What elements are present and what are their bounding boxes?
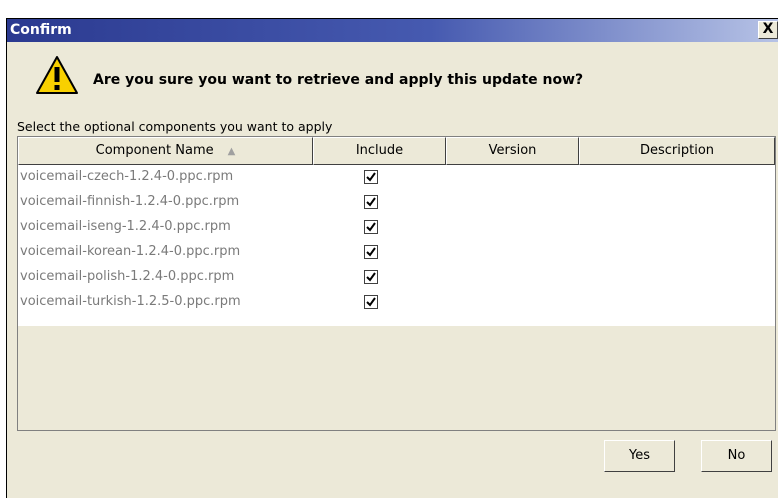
table-row[interactable]: voicemail-czech-1.2.4-0.ppc.rpm [18, 165, 775, 190]
warning-icon [36, 56, 78, 94]
checkmark-icon [366, 247, 376, 257]
components-instruction: Select the optional components you want … [17, 119, 333, 134]
checkmark-icon [366, 272, 376, 282]
component-name-cell: voicemail-turkish-1.2.5-0.ppc.rpm [20, 294, 241, 309]
no-button[interactable]: No [701, 440, 772, 472]
include-checkbox[interactable] [364, 220, 378, 234]
include-checkbox[interactable] [364, 245, 378, 259]
component-name-cell: voicemail-korean-1.2.4-0.ppc.rpm [20, 244, 241, 259]
component-name-cell: voicemail-iseng-1.2.4-0.ppc.rpm [20, 219, 231, 234]
components-table: Component Name ▲ Include Version Descript… [17, 136, 776, 431]
table-row[interactable]: voicemail-turkish-1.2.5-0.ppc.rpm [18, 290, 775, 315]
column-header-include[interactable]: Include [313, 137, 446, 165]
column-header-component-name[interactable]: Component Name ▲ [18, 137, 313, 165]
include-checkbox[interactable] [364, 195, 378, 209]
sort-ascending-icon: ▲ [227, 146, 236, 157]
checkmark-icon [366, 172, 376, 182]
include-checkbox[interactable] [364, 295, 378, 309]
checkmark-icon [366, 297, 376, 307]
confirm-dialog: Confirm X Are you sure you want to retri… [6, 18, 778, 498]
table-row[interactable]: voicemail-finnish-1.2.4-0.ppc.rpm [18, 190, 775, 215]
include-checkbox[interactable] [364, 170, 378, 184]
component-name-cell: voicemail-czech-1.2.4-0.ppc.rpm [20, 169, 234, 184]
table-empty-area [18, 326, 775, 430]
component-name-cell: voicemail-polish-1.2.4-0.ppc.rpm [20, 269, 235, 284]
column-header-description[interactable]: Description [579, 137, 775, 165]
component-name-cell: voicemail-finnish-1.2.4-0.ppc.rpm [20, 194, 240, 209]
checkmark-icon [366, 222, 376, 232]
title-bar: Confirm X [7, 19, 778, 42]
include-checkbox[interactable] [364, 270, 378, 284]
table-row[interactable]: voicemail-iseng-1.2.4-0.ppc.rpm [18, 215, 775, 240]
checkmark-icon [366, 197, 376, 207]
yes-button[interactable]: Yes [604, 440, 675, 472]
column-header-version[interactable]: Version [446, 137, 579, 165]
table-row[interactable]: voicemail-korean-1.2.4-0.ppc.rpm [18, 240, 775, 265]
table-row[interactable]: voicemail-polish-1.2.4-0.ppc.rpm [18, 265, 775, 290]
confirm-question: Are you sure you want to retrieve and ap… [93, 72, 584, 88]
dialog-title: Confirm [10, 22, 72, 38]
close-button[interactable]: X [758, 21, 778, 39]
